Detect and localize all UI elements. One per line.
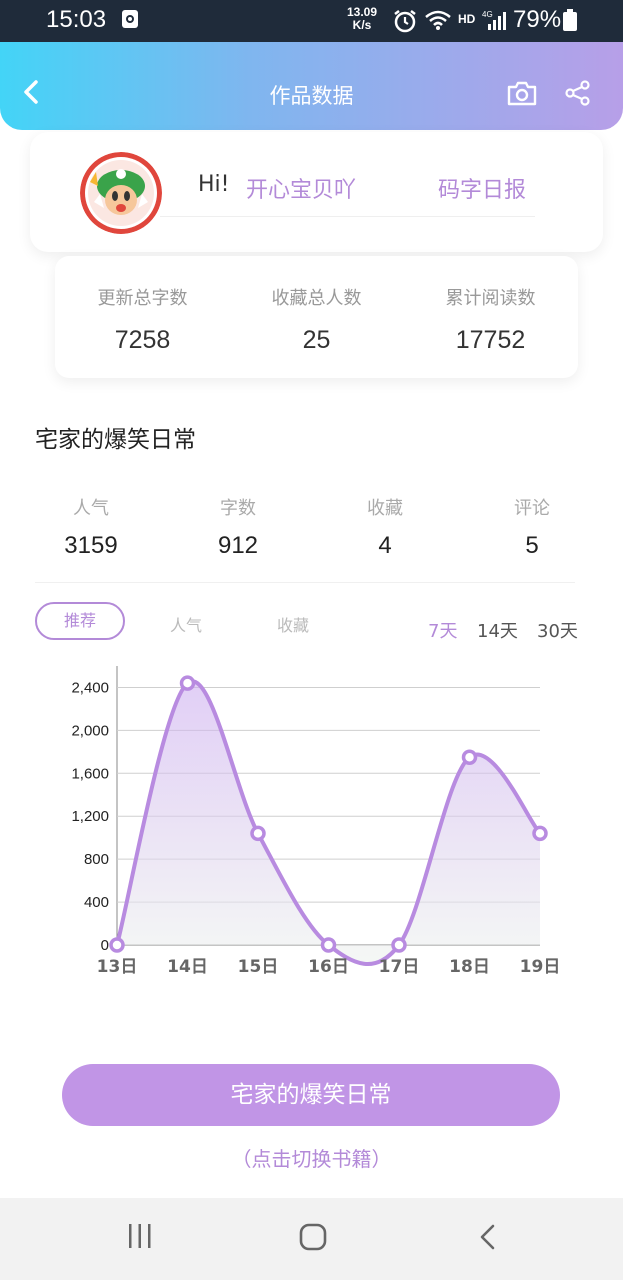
stat-label: 更新总字数	[97, 288, 188, 309]
tab-popularity[interactable]: 人气	[170, 612, 202, 636]
x-tick-label: 17日	[379, 957, 420, 977]
stat-label: 累计阅读数	[445, 288, 536, 309]
app-header: 作品数据	[0, 42, 623, 130]
network-speed-unit: K/s	[352, 18, 372, 32]
daily-report-link[interactable]: 码字日报	[438, 172, 526, 204]
battery-level: 79%	[513, 6, 562, 33]
summary-stats-card: 更新总字数 7258 收藏总人数 25 累计阅读数 17752	[55, 256, 578, 378]
x-tick-label: 15日	[238, 957, 279, 977]
data-point[interactable]	[109, 937, 125, 953]
svg-text:4G: 4G	[482, 10, 493, 19]
alarm-icon	[392, 9, 418, 37]
x-tick-label: 18日	[449, 957, 490, 977]
stat-label: 收藏总人数	[271, 288, 362, 309]
x-tick-label: 19日	[520, 957, 561, 977]
book-stat-value: 5	[525, 532, 539, 559]
x-tick-label: 13日	[97, 957, 138, 977]
y-tick-label: 2,000	[71, 722, 109, 739]
range-14-days[interactable]: 14天	[477, 617, 518, 643]
y-tick-label: 1,200	[71, 808, 109, 825]
stat-value: 25	[302, 326, 331, 354]
camera-icon[interactable]	[506, 79, 538, 111]
book-stat-label: 收藏	[367, 498, 403, 519]
tab-favorites[interactable]: 收藏	[277, 612, 309, 636]
data-point[interactable]	[179, 675, 196, 691]
range-7-days[interactable]: 7天	[428, 617, 457, 643]
book-title: 宅家的爆笑日常	[35, 427, 196, 453]
signal-icon: 4G	[482, 9, 508, 35]
system-nav-bar	[0, 1198, 623, 1280]
divider	[35, 582, 575, 583]
trend-chart: 0 400 800 1,200 1,600 2,000 2,400 13日 14日 15日 16日…	[71, 666, 561, 977]
y-tick-label: 0	[101, 937, 109, 954]
range-30-days[interactable]: 30天	[537, 617, 578, 643]
book-stat-label: 评论	[514, 498, 550, 519]
share-icon[interactable]	[564, 79, 592, 111]
status-time: 15:03	[46, 6, 107, 33]
recent-apps-icon[interactable]	[126, 1222, 154, 1254]
wifi-icon	[424, 9, 452, 35]
data-point[interactable]	[461, 749, 478, 765]
data-point[interactable]	[320, 937, 337, 953]
book-stat-label: 人气	[73, 498, 109, 519]
y-tick-label: 800	[84, 851, 109, 868]
book-stat-label: 字数	[220, 498, 256, 519]
hd-label: HD	[458, 12, 476, 26]
avatar[interactable]	[80, 152, 162, 234]
book-stat-value: 4	[378, 532, 392, 559]
stat-value: 7258	[114, 326, 171, 354]
greeting-text: Hi!	[198, 172, 230, 197]
switch-book-hint[interactable]: （点击切换书籍）	[0, 1143, 623, 1172]
data-point[interactable]	[391, 937, 407, 953]
status-bar: 15:03 13.09 K/s HD 4G 79%	[0, 0, 623, 42]
x-tick-label: 14日	[167, 957, 208, 977]
network-speed: 13.09 K/s	[347, 6, 377, 32]
y-tick-label: 400	[84, 894, 109, 911]
data-point[interactable]	[250, 825, 266, 842]
divider	[160, 216, 535, 217]
home-icon[interactable]	[298, 1222, 328, 1256]
switch-book-button[interactable]: 宅家的爆笑日常	[62, 1064, 560, 1126]
notification-icon	[121, 9, 139, 33]
username: 开心宝贝吖	[246, 178, 357, 203]
y-tick-label: 1,600	[71, 765, 109, 782]
data-point[interactable]	[532, 825, 548, 842]
tab-recommend[interactable]: 推荐	[35, 602, 125, 640]
stat-value: 17752	[455, 326, 526, 354]
back-nav-icon[interactable]	[474, 1222, 502, 1256]
book-stat-value: 912	[217, 532, 259, 559]
battery-icon	[563, 9, 577, 35]
profile-card: Hi! 开心宝贝吖 码字日报	[30, 132, 603, 252]
series-area	[117, 681, 540, 965]
book-stat-value: 3159	[64, 532, 118, 559]
x-tick-label: 16日	[308, 957, 349, 977]
y-tick-label: 2,400	[71, 679, 109, 696]
